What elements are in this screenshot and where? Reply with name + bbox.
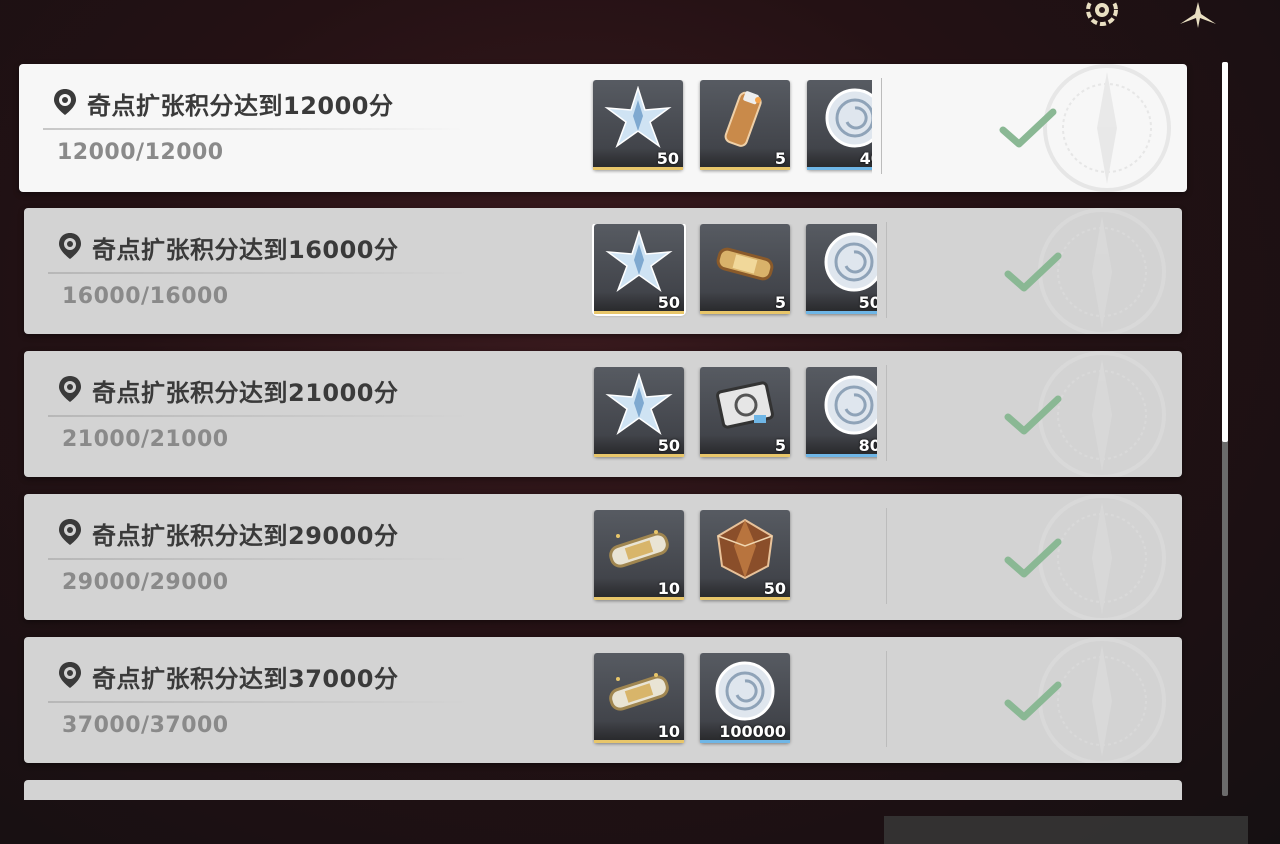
bronze-polyhedron-icon (716, 518, 774, 580)
reward-count: 500 (858, 293, 877, 312)
task-title: 奇点扩张积分达到16000分 (92, 236, 399, 264)
reward-list: 50 5 400 (587, 80, 872, 174)
divider (48, 701, 468, 703)
reward-list: 50 5 500 (592, 224, 877, 318)
reward-count: 50 (656, 149, 679, 168)
crystal-star-icon (605, 230, 673, 293)
task-progress: 29000/29000 (62, 570, 229, 595)
column-divider (886, 222, 887, 318)
task-progress: 21000/21000 (62, 427, 229, 452)
location-pin-icon (59, 233, 81, 259)
fuel-canister-icon (724, 91, 762, 147)
silver-coin-icon (824, 375, 877, 435)
task-card[interactable]: 奇点扩张积分达到37000分 37000/37000 10 100000 (24, 637, 1182, 763)
divider (43, 128, 463, 130)
task-card[interactable]: 奇点扩张积分达到21000分 21000/21000 50 5 800 (24, 351, 1182, 477)
location-pin-icon (59, 376, 81, 402)
compass-watermark-icon (1043, 64, 1171, 192)
reward-item[interactable]: 400 (807, 80, 872, 170)
reward-count: 800 (858, 436, 877, 455)
task-card[interactable]: 奇点扩张积分达到29000分 29000/29000 10 50 (24, 494, 1182, 620)
reward-item[interactable]: 5 (700, 224, 790, 314)
silver-coin-icon (825, 88, 872, 148)
reward-item[interactable]: 100000 (700, 653, 790, 743)
reward-count: 100000 (719, 722, 786, 741)
copper-capsule-icon (716, 247, 774, 281)
reward-count: 10 (657, 579, 680, 598)
gold-capsule-icon (609, 530, 669, 568)
task-reward-list: 奇点扩张积分达到12000分 12000/12000 50 5 400 (0, 0, 1220, 800)
reward-count: 10 (657, 722, 680, 741)
location-pin-icon (54, 89, 76, 115)
task-progress: 37000/37000 (62, 713, 229, 738)
task-title: 奇点扩张积分达到12000分 (87, 92, 394, 120)
task-card[interactable]: 奇点扩张积分达到16000分 16000/16000 50 5 500 (24, 208, 1182, 334)
column-divider (886, 365, 887, 461)
silver-coin-icon (824, 232, 877, 292)
divider (48, 415, 468, 417)
column-divider (886, 651, 887, 747)
reward-item[interactable]: 5 (700, 367, 790, 457)
reward-count: 400 (859, 149, 872, 168)
reward-item[interactable]: 10 (594, 653, 684, 743)
location-pin-icon (59, 662, 81, 688)
location-pin-icon (59, 519, 81, 545)
reward-count: 5 (774, 149, 786, 168)
gold-capsule-icon (609, 673, 669, 711)
divider (48, 272, 468, 274)
task-progress: 16000/16000 (62, 284, 229, 309)
crystal-star-icon (605, 373, 673, 436)
task-title: 奇点扩张积分达到21000分 (92, 379, 399, 407)
reward-list: 50 5 800 (592, 367, 877, 461)
scrollbar-thumb[interactable] (1222, 62, 1228, 442)
reward-item[interactable]: 50 (700, 510, 790, 600)
reward-item[interactable]: 50 (593, 80, 683, 170)
gadget-device-icon (716, 381, 774, 429)
reward-item[interactable]: 500 (806, 224, 877, 314)
check-icon (999, 108, 1057, 148)
silver-coin-icon (715, 661, 775, 721)
check-icon (1004, 538, 1062, 578)
task-title: 奇点扩张积分达到37000分 (92, 665, 399, 693)
task-card-partial[interactable] (24, 780, 1182, 800)
reward-item[interactable]: 10 (594, 510, 684, 600)
reward-item[interactable]: 50 (592, 224, 686, 316)
task-card[interactable]: 奇点扩张积分达到12000分 12000/12000 50 5 400 (19, 64, 1187, 192)
column-divider (881, 78, 882, 174)
crystal-star-icon (604, 86, 672, 149)
bottom-action-button[interactable] (884, 816, 1248, 844)
reward-list: 10 100000 (592, 653, 877, 747)
reward-item[interactable]: 50 (594, 367, 684, 457)
reward-item[interactable]: 5 (700, 80, 790, 170)
check-icon (1004, 252, 1062, 292)
reward-count: 50 (657, 293, 680, 312)
column-divider (886, 508, 887, 604)
reward-item[interactable]: 800 (806, 367, 877, 457)
task-title: 奇点扩张积分达到29000分 (92, 522, 399, 550)
check-icon (1004, 681, 1062, 721)
task-progress: 12000/12000 (57, 140, 224, 165)
divider (48, 558, 468, 560)
reward-count: 5 (774, 436, 786, 455)
reward-list: 10 50 (592, 510, 877, 604)
reward-count: 5 (774, 293, 786, 312)
reward-count: 50 (657, 436, 680, 455)
reward-count: 50 (763, 579, 786, 598)
check-icon (1004, 395, 1062, 435)
